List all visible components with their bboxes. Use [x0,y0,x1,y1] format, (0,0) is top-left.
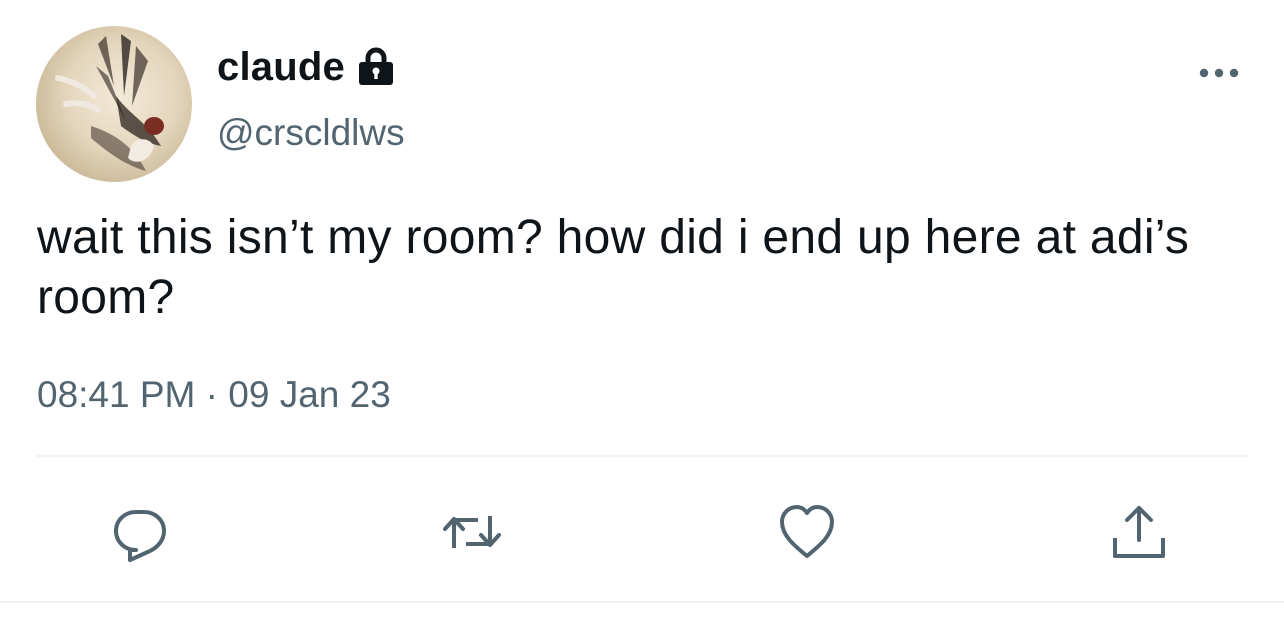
timestamp-separator: · [205,374,218,415]
share-button[interactable] [1107,500,1171,564]
more-icon[interactable] [1196,62,1242,84]
bottom-divider [0,601,1284,603]
lock-icon [357,47,395,87]
tweet-text: wait this isn’t my room? how did i end u… [37,211,1190,324]
author-name-row[interactable]: claude [217,42,395,92]
author-handle[interactable]: @crscldlws [217,112,405,154]
retweet-button[interactable] [440,500,504,564]
tweet-time: 08:41 PM [37,374,196,415]
retweet-icon [443,516,501,548]
tweet-timestamp[interactable]: 08:41 PM · 09 Jan 23 [37,374,391,416]
display-name[interactable]: claude [217,45,345,90]
share-icon [1113,506,1165,558]
avatar[interactable] [36,26,192,182]
heart-icon [780,505,834,558]
divider [36,455,1248,457]
tweet-date: 09 Jan 23 [228,374,391,415]
tweet-card: claude @crscldlws wait this isn’t my roo… [0,0,1284,621]
reply-icon [114,510,166,562]
like-button[interactable] [775,500,839,564]
avatar-illustration-icon [55,34,164,171]
reply-button[interactable] [108,500,172,564]
